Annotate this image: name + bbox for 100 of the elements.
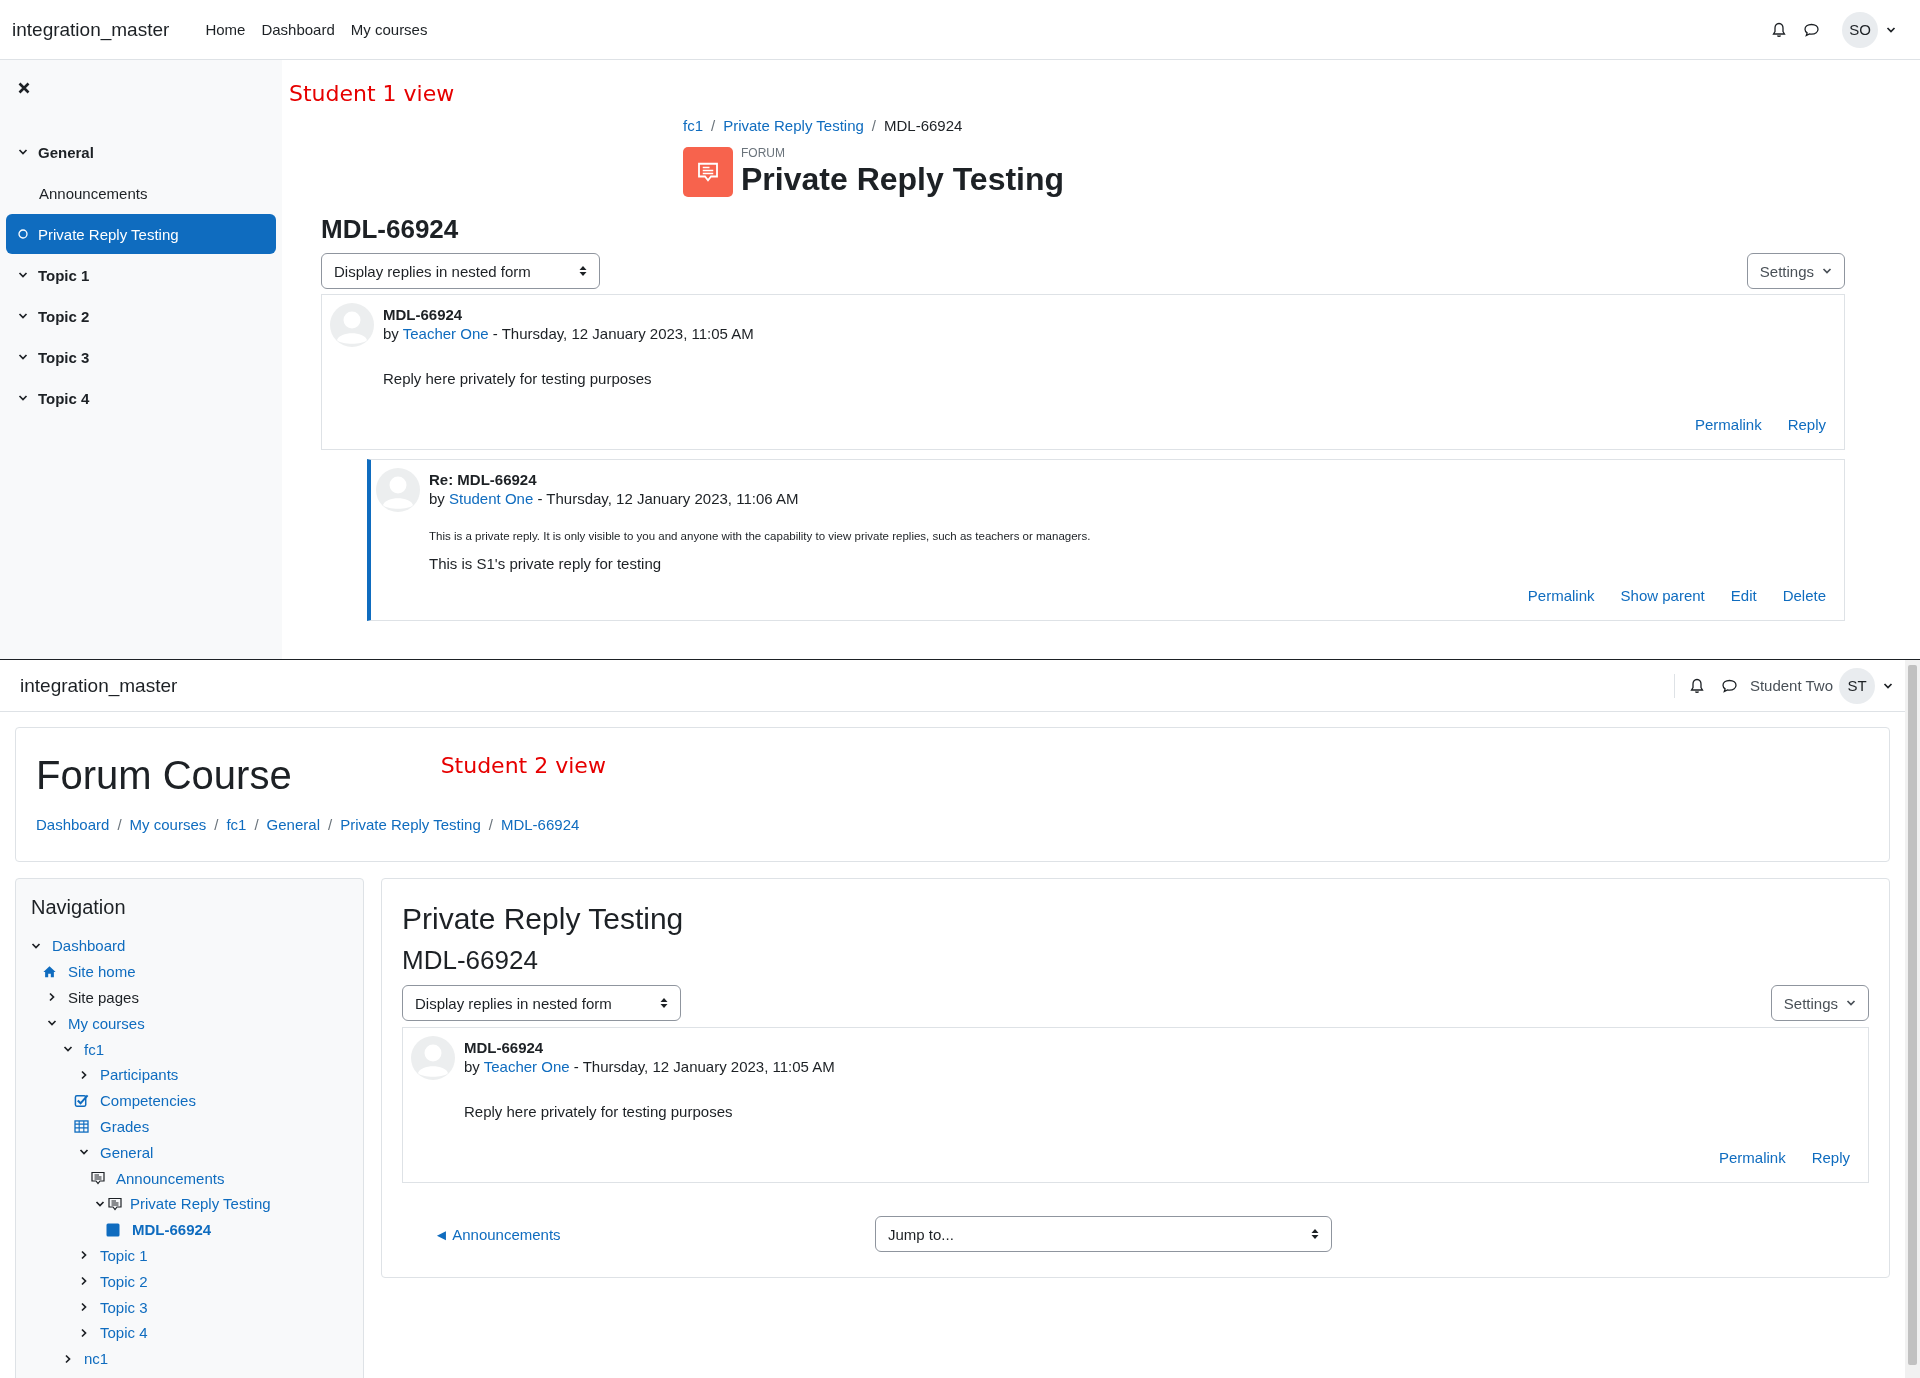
table-icon	[74, 1119, 89, 1133]
forum-title: Private Reply Testing	[402, 901, 685, 937]
bell-icon[interactable]	[1688, 677, 1705, 694]
user-avatar[interactable]: SO	[1842, 11, 1878, 48]
post-action-link[interactable]: Reply	[1787, 415, 1826, 435]
tree-link[interactable]: Topic 2	[100, 1272, 148, 1290]
tree-link[interactable]: Competencies	[100, 1092, 196, 1110]
tree-link[interactable]: fc1	[84, 1040, 104, 1058]
chevron-down-icon[interactable]	[1886, 25, 1896, 35]
chevron-right-icon[interactable]	[47, 992, 57, 1003]
breadcrumb-separator: /	[254, 815, 259, 835]
scrollbar[interactable]	[1905, 660, 1920, 1378]
home-icon	[42, 964, 57, 979]
post-action-link[interactable]: Permalink	[1694, 415, 1762, 435]
breadcrumb-separator: /	[328, 815, 333, 835]
breadcrumb-link[interactable]: MDL-66924	[500, 815, 580, 835]
nav-link[interactable]: Dashboard	[261, 21, 335, 38]
author-link[interactable]: Teacher One	[483, 1058, 570, 1075]
bell-icon[interactable]	[1771, 21, 1787, 38]
block-title: Navigation	[31, 895, 127, 919]
user-name[interactable]: Student Two	[1749, 677, 1833, 694]
private-reply-notice: This is a private reply. It is only visible to you and anyone with the capability to view private replies, such as teachers or managers.	[429, 529, 1092, 544]
breadcrumb-separator: /	[871, 116, 876, 136]
breadcrumb-link[interactable]: My courses	[129, 815, 207, 835]
breadcrumb-link[interactable]: Private Reply Testing	[340, 815, 481, 835]
post-byline: by Student One - Thursday, 12 January 2023, 11:06 AM	[429, 489, 799, 509]
post-action-link[interactable]: Show parent	[1620, 586, 1705, 606]
breadcrumb-separator: /	[711, 116, 716, 136]
tree-link[interactable]: Announcements	[116, 1169, 225, 1187]
settings-button[interactable]: Settings	[1746, 253, 1845, 289]
breadcrumb-separator: /	[488, 815, 493, 835]
breadcrumb-link[interactable]: Dashboard	[36, 815, 110, 835]
post-action-link[interactable]: Permalink	[1718, 1148, 1786, 1168]
author-link[interactable]: Student One	[449, 490, 534, 507]
chevron-down-icon	[18, 270, 28, 280]
activity-type-label: FORUM	[741, 146, 786, 160]
tree-link[interactable]: Site home	[68, 963, 136, 981]
breadcrumb-link[interactable]: fc1	[226, 815, 247, 835]
course-section-item[interactable]: Topic 1	[6, 255, 276, 295]
course-section-item[interactable]: Topic 2	[6, 296, 276, 336]
post-action-link[interactable]: Edit	[1730, 586, 1757, 606]
tree-link[interactable]: Private Reply Testing	[130, 1195, 271, 1213]
course-section-item[interactable]: General	[6, 132, 276, 172]
sort-arrows-icon	[660, 997, 668, 1009]
post-message: Reply here privately for testing purposes	[464, 1102, 734, 1122]
annotation-label: Student 2 view	[440, 752, 606, 780]
previous-activity-link[interactable]: ◄ Announcements	[434, 1225, 561, 1243]
tree-link[interactable]: My courses	[68, 1014, 145, 1032]
chevron-right-icon[interactable]	[79, 1069, 89, 1080]
chevron-down-icon	[18, 352, 28, 362]
close-icon[interactable]	[18, 82, 30, 94]
post-action-link[interactable]: Permalink	[1527, 586, 1595, 606]
post-action-link[interactable]: Reply	[1811, 1148, 1850, 1168]
tree-link[interactable]: MDL-66924	[132, 1221, 212, 1239]
user-avatar[interactable]: ST	[1839, 667, 1875, 704]
tree-link[interactable]: Participants	[100, 1066, 179, 1084]
checkbox-icon	[74, 1093, 89, 1109]
chevron-right-icon[interactable]	[63, 1353, 73, 1364]
tree-link[interactable]: Topic 4	[100, 1324, 148, 1342]
sort-arrows-icon	[1311, 1228, 1319, 1240]
post-subject: MDL-66924	[464, 1039, 545, 1057]
breadcrumb-link[interactable]: fc1	[683, 116, 703, 136]
tree-link[interactable]: General	[100, 1143, 154, 1161]
chevron-right-icon[interactable]	[79, 1302, 89, 1313]
post-subject: Re: MDL-66924	[429, 471, 538, 489]
chat-bubble-icon[interactable]	[1803, 21, 1820, 38]
chevron-down-icon	[1822, 266, 1832, 276]
chevron-down-icon	[18, 393, 28, 403]
tree-link[interactable]: Dashboard	[52, 937, 126, 955]
chat-bubble-icon[interactable]	[1720, 677, 1738, 694]
site-name[interactable]: integration_master	[12, 18, 170, 41]
display-mode-select[interactable]: Display replies in nested form	[321, 253, 600, 289]
breadcrumb-link[interactable]: Private Reply Testing	[723, 116, 864, 136]
post-action-link[interactable]: Delete	[1782, 586, 1826, 606]
chevron-right-icon[interactable]	[79, 1327, 89, 1338]
chevron-down-icon	[18, 147, 28, 157]
page-title: Private Reply Testing	[741, 160, 1065, 198]
settings-button[interactable]: Settings	[1770, 985, 1869, 1021]
chevron-right-icon[interactable]	[79, 1276, 89, 1287]
annotation-label: Student 1 view	[289, 80, 455, 108]
chevron-right-icon[interactable]	[79, 1250, 89, 1261]
sort-arrows-icon	[579, 265, 587, 277]
forum-icon	[90, 1170, 106, 1187]
nav-link[interactable]: Home	[205, 21, 246, 38]
tree-link[interactable]: nc1	[84, 1350, 109, 1368]
author-link[interactable]: Teacher One	[402, 325, 489, 342]
tree-link[interactable]: Topic 1	[100, 1246, 148, 1264]
tree-link[interactable]: Grades	[100, 1117, 150, 1135]
course-activity-item[interactable]: Announcements	[6, 173, 276, 213]
tree-link[interactable]: Topic 3	[100, 1298, 148, 1316]
course-section-item[interactable]: Topic 4	[6, 378, 276, 418]
jump-to-select[interactable]: Jump to...	[875, 1216, 1332, 1252]
chevron-down-icon[interactable]	[1883, 681, 1893, 691]
site-name[interactable]: integration_master	[20, 674, 178, 697]
breadcrumb-link[interactable]: General	[266, 815, 320, 835]
course-section-item[interactable]: Topic 3	[6, 337, 276, 377]
display-mode-select[interactable]: Display replies in nested form	[402, 985, 681, 1021]
nav-link[interactable]: My courses	[350, 21, 428, 38]
tree-item[interactable]: Site pages	[68, 989, 139, 1006]
course-activity-item[interactable]: Private Reply Testing	[6, 214, 276, 254]
